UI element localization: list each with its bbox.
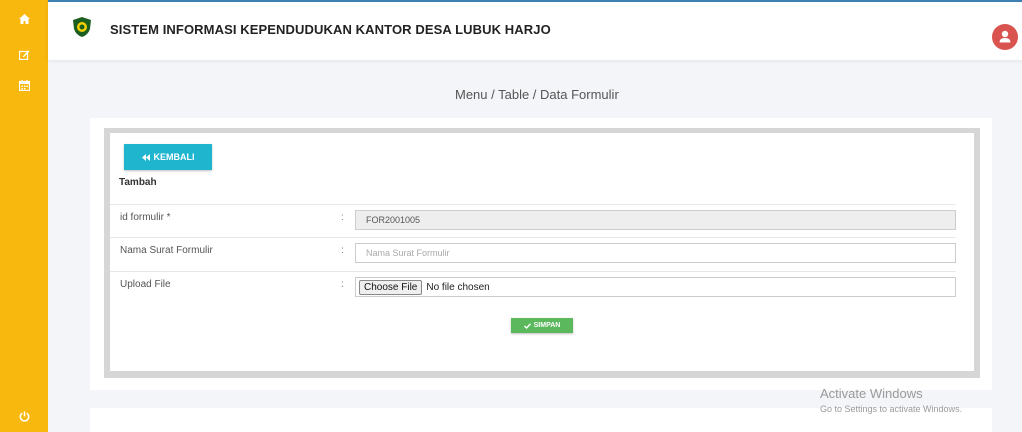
power-icon[interactable] — [0, 411, 48, 422]
form-row-name: Nama Surat Formulir : — [110, 237, 956, 271]
form-row-id: id formulir * : — [110, 204, 956, 238]
file-upload-field: Choose File No file chosen — [355, 277, 956, 297]
sidebar — [0, 0, 48, 432]
watermark-title: Activate Windows — [820, 386, 923, 401]
logo-icon — [73, 17, 91, 37]
check-icon — [523, 322, 531, 329]
field-label-name: Nama Surat Formulir — [120, 245, 213, 256]
field-colon: : — [341, 245, 344, 256]
form-row-upload: Upload File : Choose File No file chosen — [110, 271, 956, 305]
back-button-label: KEMBALI — [153, 152, 195, 162]
form-card: KEMBALI Tambah id formulir * : Nama Sura… — [110, 133, 974, 371]
top-navbar: SISTEM INFORMASI KEPENDUDUKAN KANTOR DES… — [48, 0, 1022, 60]
nama-surat-input[interactable] — [355, 243, 956, 263]
activation-watermark: Activate Windows Go to Settings to activ… — [820, 386, 962, 414]
breadcrumb: Menu / Table / Data Formulir — [455, 87, 619, 102]
form-section-title: Tambah — [119, 177, 157, 188]
field-colon: : — [341, 279, 344, 290]
field-label-id: id formulir * — [120, 212, 171, 223]
field-label-upload: Upload File — [120, 279, 171, 290]
calendar-icon[interactable] — [0, 80, 48, 91]
double-chevron-left-icon — [141, 153, 150, 161]
save-button[interactable]: SIMPAN — [511, 318, 573, 333]
app-title: SISTEM INFORMASI KEPENDUDUKAN KANTOR DES… — [110, 22, 551, 37]
watermark-subtitle: Go to Settings to activate Windows. — [820, 404, 963, 414]
field-colon: : — [341, 212, 344, 223]
user-menu-button[interactable] — [992, 24, 1018, 50]
id-formulir-input[interactable] — [355, 210, 956, 230]
home-icon[interactable] — [0, 14, 48, 24]
user-icon — [999, 30, 1011, 43]
edit-icon[interactable] — [0, 50, 48, 60]
file-status: No file chosen — [426, 281, 490, 293]
save-button-label: SIMPAN — [533, 322, 561, 329]
choose-file-button[interactable]: Choose File — [359, 279, 423, 295]
back-button[interactable]: KEMBALI — [124, 144, 212, 170]
